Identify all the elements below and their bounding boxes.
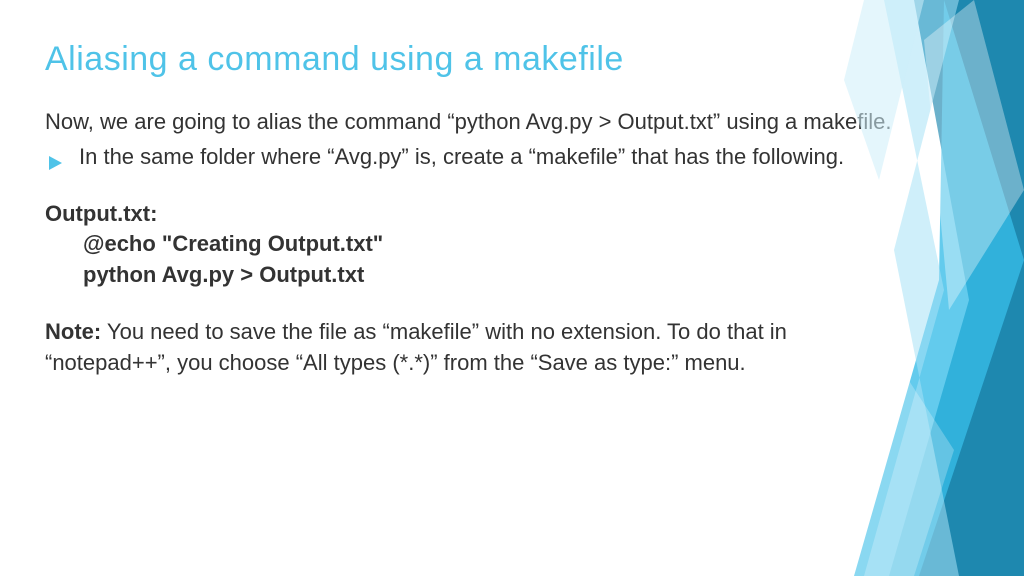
intro-paragraph: Now, we are going to alias the command “… [45,107,915,138]
code-line-3: python Avg.py > Output.txt [45,260,915,291]
bullet-item: In the same folder where “Avg.py” is, cr… [45,142,915,173]
note-paragraph: Note: You need to save the file as “make… [45,317,915,379]
bullet-text: In the same folder where “Avg.py” is, cr… [79,142,915,173]
code-block: Output.txt: @echo "Creating Output.txt" … [45,199,915,291]
slide: Aliasing a command using a makefile Now,… [0,0,1024,576]
note-text: You need to save the file as “makefile” … [45,319,787,375]
note-label: Note: [45,319,101,344]
code-line-2: @echo "Creating Output.txt" [45,229,915,260]
code-line-1: Output.txt: [45,199,915,230]
triangle-bullet-icon [47,149,63,165]
slide-title: Aliasing a command using a makefile [45,40,974,79]
